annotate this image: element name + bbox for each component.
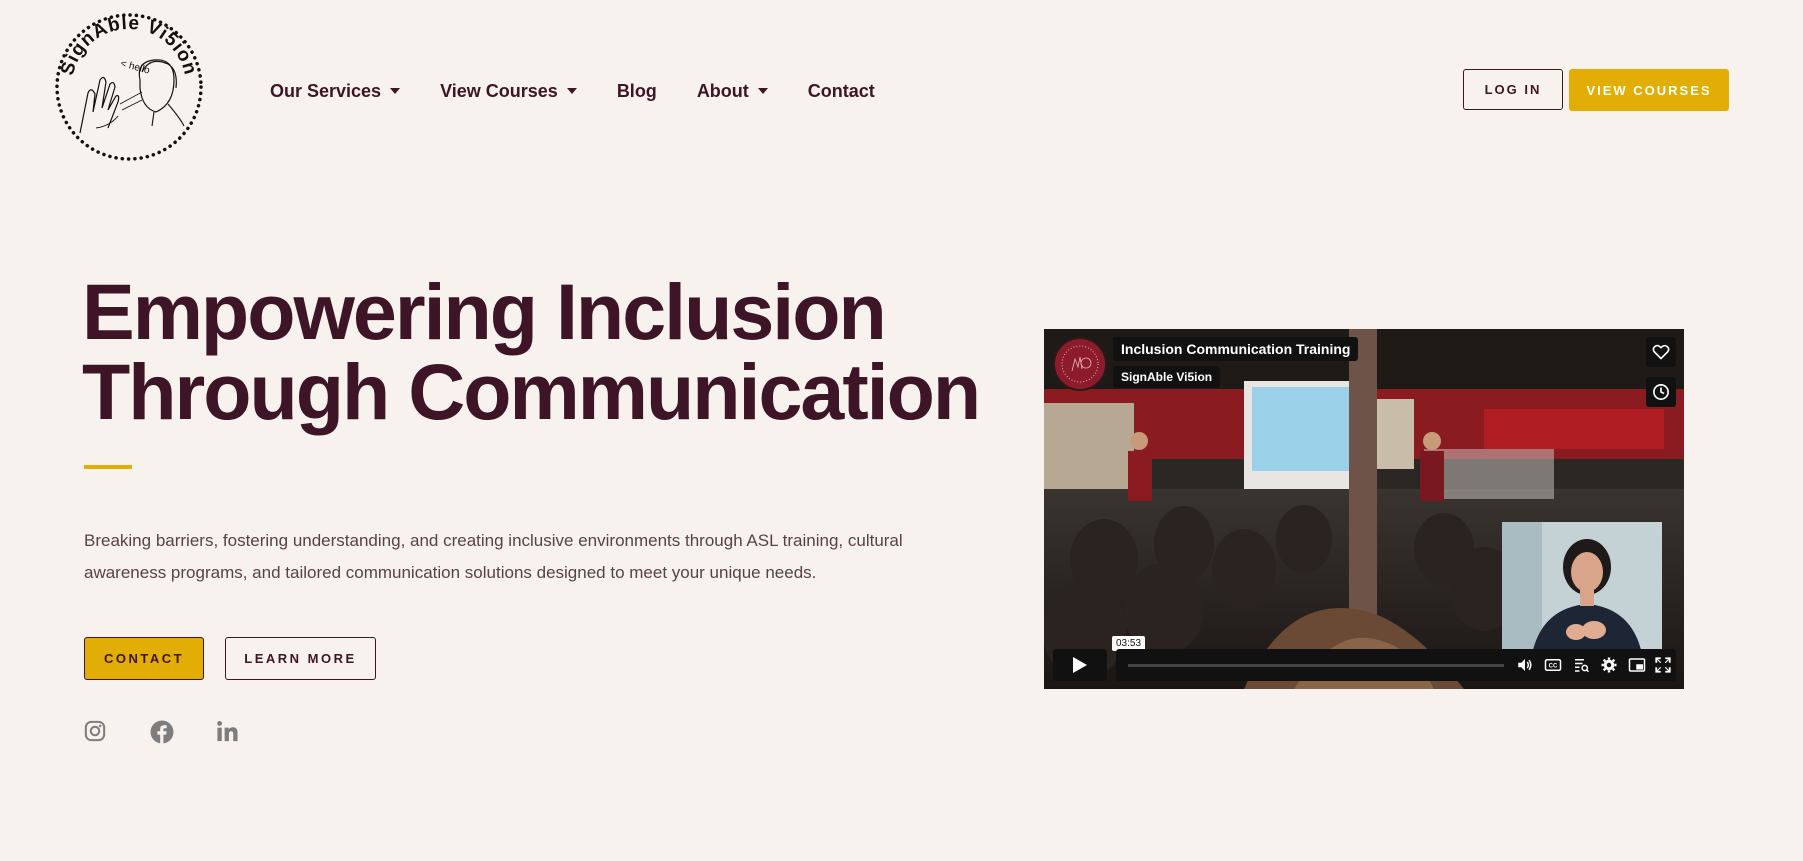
caret-down-icon bbox=[566, 88, 577, 94]
nav-contact-label: Contact bbox=[807, 80, 875, 101]
svg-text:CC: CC bbox=[1549, 664, 1558, 670]
picture-in-picture-icon[interactable] bbox=[1628, 656, 1646, 674]
video-progress-bar[interactable] bbox=[1128, 664, 1504, 667]
hero-title: Empowering Inclusion Through Communicati… bbox=[82, 272, 1002, 432]
nav-view-courses-label: View Courses bbox=[440, 80, 558, 101]
like-icon[interactable] bbox=[1646, 337, 1676, 367]
main-nav: Our Services View Courses Blog About Con… bbox=[270, 78, 875, 104]
video-title[interactable]: Inclusion Communication Training bbox=[1113, 337, 1359, 361]
login-button[interactable]: LOG IN bbox=[1463, 69, 1563, 110]
nav-our-services-label: Our Services bbox=[270, 80, 382, 101]
channel-avatar[interactable] bbox=[1053, 337, 1107, 391]
video-controls: CC bbox=[1116, 649, 1676, 681]
settings-gear-icon[interactable] bbox=[1600, 656, 1618, 674]
play-icon bbox=[1073, 657, 1087, 673]
watch-later-icon[interactable] bbox=[1646, 377, 1676, 407]
caret-down-icon bbox=[390, 88, 401, 94]
interpreter-pip bbox=[1502, 522, 1662, 654]
view-courses-button[interactable]: VIEW COURSES bbox=[1569, 69, 1729, 111]
play-button[interactable] bbox=[1053, 649, 1107, 681]
captions-icon[interactable]: CC bbox=[1544, 656, 1562, 674]
nav-about-label: About bbox=[696, 80, 749, 101]
nav-contact[interactable]: Contact bbox=[808, 81, 875, 102]
nav-blog-label: Blog bbox=[616, 80, 657, 101]
hero-description: Breaking barriers, fostering understandi… bbox=[84, 531, 903, 582]
learn-more-button[interactable]: LEARN MORE bbox=[225, 637, 376, 680]
nav-view-courses[interactable]: View Courses bbox=[440, 81, 577, 102]
hero-title-line1: Empowering Inclusion bbox=[82, 267, 887, 356]
fullscreen-icon[interactable] bbox=[1654, 656, 1672, 674]
contact-button[interactable]: CONTACT bbox=[84, 637, 204, 680]
nav-blog[interactable]: Blog bbox=[617, 81, 657, 102]
nav-our-services[interactable]: Our Services bbox=[270, 80, 401, 102]
volume-icon[interactable] bbox=[1516, 656, 1534, 674]
hero-title-line2: Through Communication bbox=[82, 347, 981, 436]
video-channel[interactable]: SignAble Vi5ion bbox=[1113, 366, 1221, 388]
accent-divider bbox=[84, 465, 132, 469]
brand-logo[interactable]: SignAble Vi5ion < hello bbox=[50, 8, 208, 166]
nav-about[interactable]: About bbox=[697, 81, 768, 102]
linkedin-icon[interactable] bbox=[216, 720, 240, 744]
facebook-icon[interactable] bbox=[150, 720, 174, 744]
caret-down-icon bbox=[757, 88, 768, 94]
instagram-icon[interactable] bbox=[84, 720, 108, 744]
transcript-icon[interactable] bbox=[1572, 656, 1590, 674]
video-player[interactable]: Inclusion Communication Training SignAbl… bbox=[1044, 329, 1684, 689]
logo-hello: < hello bbox=[119, 58, 151, 76]
